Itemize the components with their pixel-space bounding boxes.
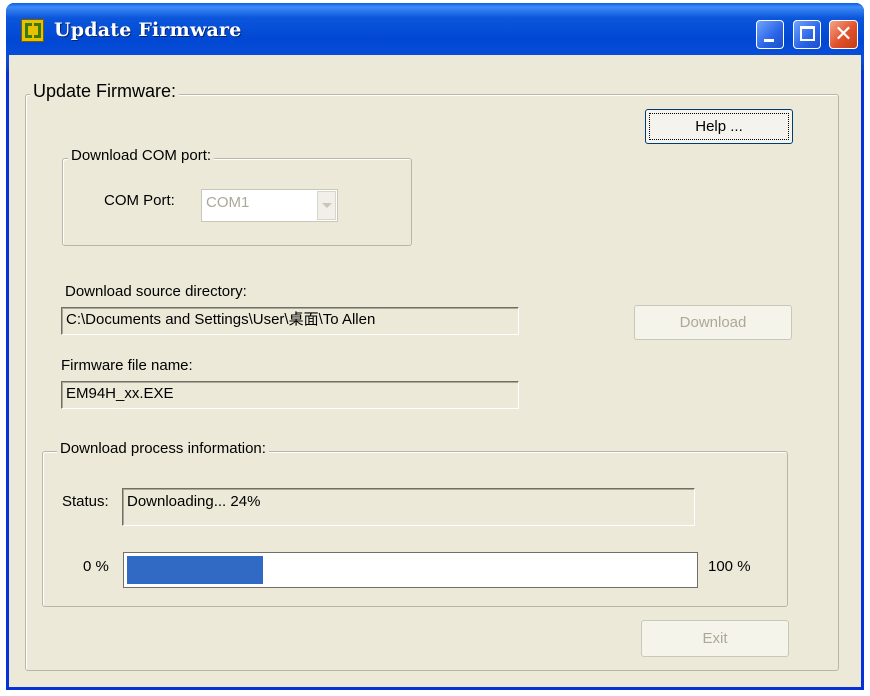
- status-field: Downloading... 24%: [122, 488, 695, 526]
- firmware-file-name-label: Firmware file name:: [61, 357, 193, 374]
- help-button[interactable]: Help ...: [645, 109, 793, 144]
- download-progress-bar: [123, 552, 698, 588]
- window-title: Update Firmware: [54, 19, 242, 41]
- chevron-down-icon: [322, 203, 332, 208]
- source-directory-field[interactable]: C:\Documents and Settings\User\桌面\To All…: [61, 307, 519, 335]
- progress-max-label: 100 %: [708, 558, 751, 575]
- com-port-value: COM1: [206, 194, 250, 211]
- firmware-file-name-field[interactable]: EM94H_xx.EXE: [61, 381, 519, 409]
- app-icon[interactable]: [21, 19, 44, 42]
- com-port-dropdown-button[interactable]: [317, 191, 336, 220]
- focus-rect: [649, 113, 789, 140]
- close-button[interactable]: ✕: [829, 20, 858, 49]
- status-label: Status:: [62, 493, 109, 510]
- dialog-client-area: Update Firmware: Help ... Download COM p…: [9, 55, 861, 687]
- close-icon: ✕: [834, 22, 853, 47]
- download-button[interactable]: Download: [634, 305, 792, 340]
- update-firmware-group-legend: Update Firmware:: [30, 81, 180, 102]
- com-port-label: COM Port:: [104, 192, 175, 209]
- com-port-select[interactable]: COM1: [201, 189, 338, 222]
- update-firmware-window: Update Firmware ✕ Update Firmware: Help …: [6, 3, 864, 690]
- maximize-button[interactable]: [793, 20, 821, 49]
- progress-min-label: 0 %: [83, 558, 109, 575]
- download-process-legend: Download process information:: [57, 440, 269, 457]
- progress-fill: [127, 556, 263, 584]
- download-com-port-legend: Download COM port:: [68, 147, 215, 164]
- maximize-icon: [800, 26, 815, 41]
- source-directory-label: Download source directory:: [65, 283, 247, 300]
- minimize-button[interactable]: [756, 20, 784, 49]
- exit-button[interactable]: Exit: [641, 620, 789, 657]
- minimize-icon: [764, 39, 774, 42]
